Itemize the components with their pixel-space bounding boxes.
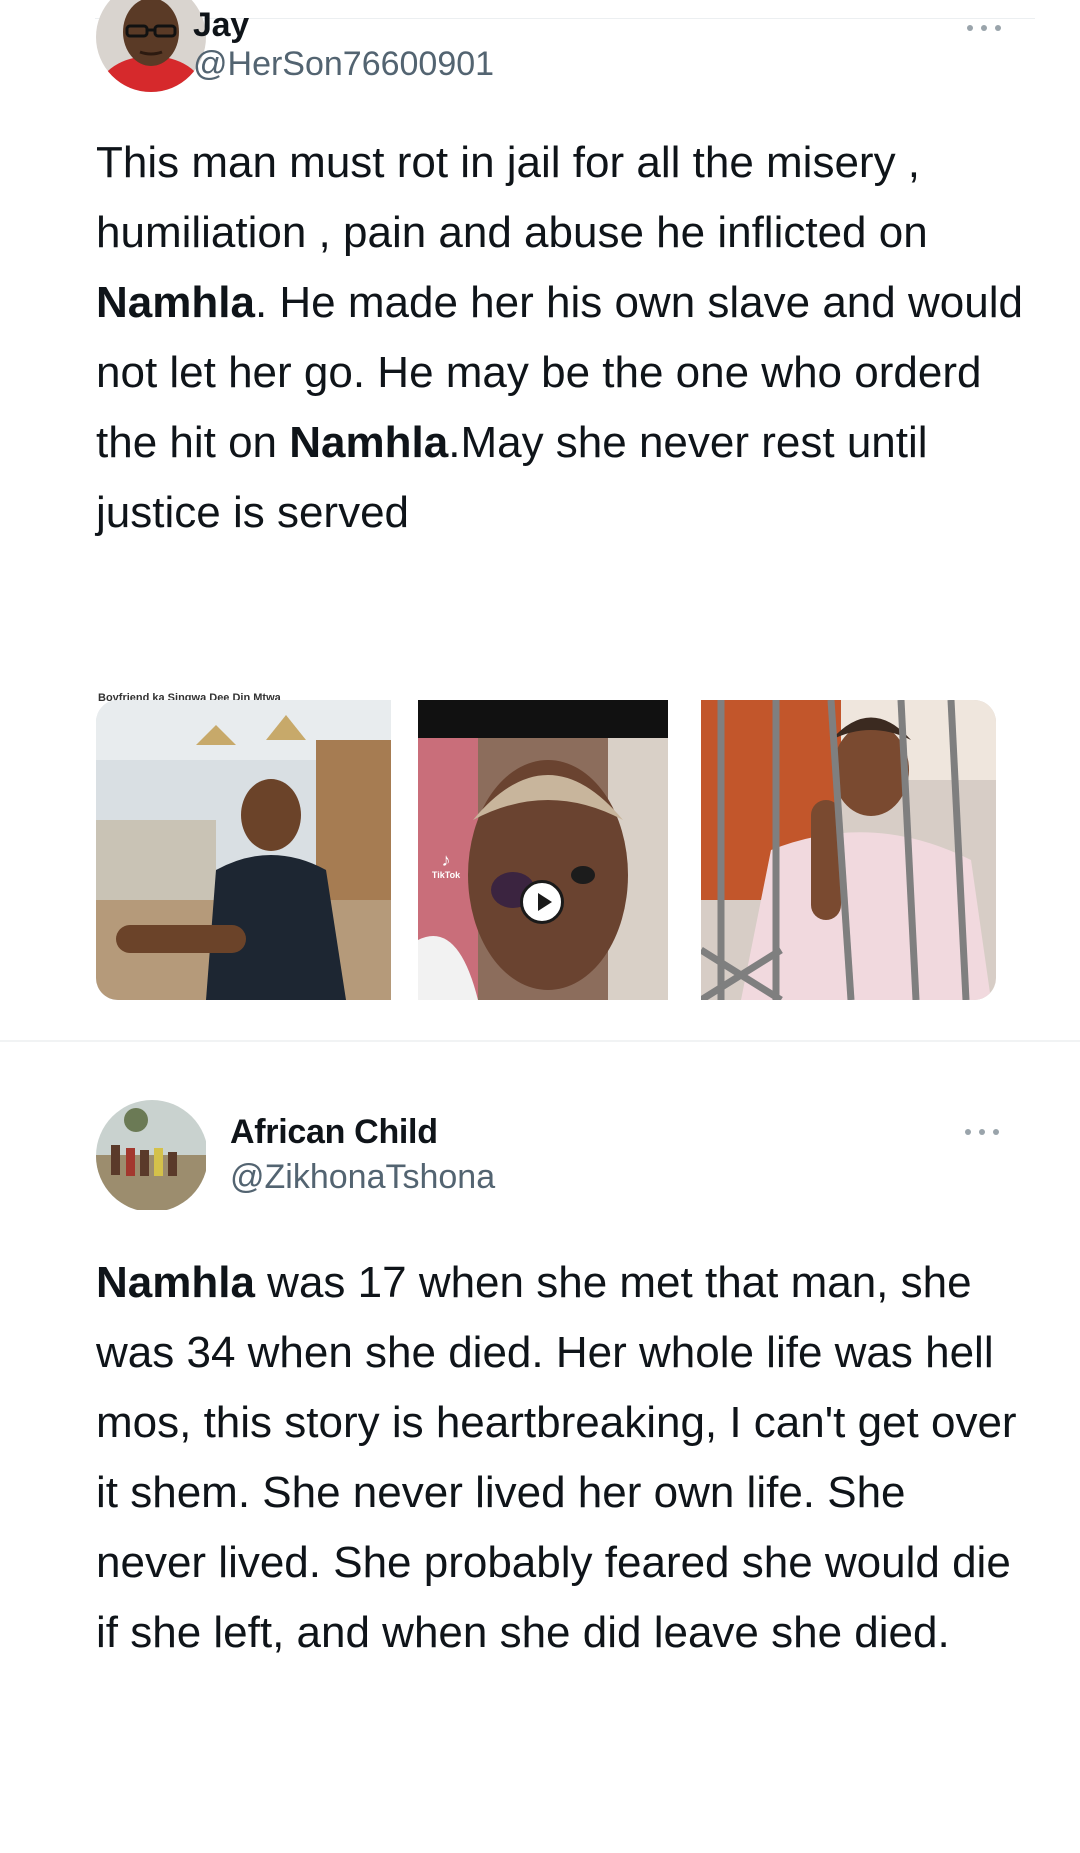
photo-man-in-restaurant [96,700,391,1000]
tweet-photo[interactable] [701,700,996,1000]
photo-woman-behind-gate [701,700,996,1000]
mention-name: Namhla [289,418,449,467]
tweet-video[interactable]: ♪ TikTok [418,700,668,1000]
more-horizontal-icon[interactable] [960,18,1008,38]
user-handle[interactable]: @ZikhonaTshona [230,1158,495,1196]
mention-name: Namhla [96,1258,255,1307]
avatar[interactable] [96,0,206,92]
avatar[interactable] [96,1100,208,1212]
mention-name: Namhla [96,278,255,327]
user-handle[interactable]: @HerSon76600901 [193,45,494,83]
play-icon[interactable] [520,880,564,924]
media-grid: Boyfriend ka Singwa Dee Din Mtwa ♪ TikTo… [96,692,996,1000]
tweet-text: This man must rot in jail for all the mi… [96,138,1023,537]
profile-avatar-icon [96,0,206,92]
profile-avatar-icon [96,1100,206,1210]
tiktok-icon: ♪ TikTok [431,850,461,880]
more-horizontal-icon[interactable] [958,1122,1006,1142]
display-name[interactable]: African Child [230,1113,438,1151]
display-name[interactable]: Jay [193,6,249,44]
tweet[interactable]: Jay @HerSon76600901 This man must rot in… [0,0,1080,1040]
twitter-screenshot: Jay @HerSon76600901 This man must rot in… [0,0,1080,1853]
tweet-photo[interactable] [96,700,391,1000]
tweet-text: Namhla was 17 when she met that man, she… [96,1258,1017,1657]
tweet[interactable]: African Child @ZikhonaTshona Namhla was … [0,1040,1080,1853]
